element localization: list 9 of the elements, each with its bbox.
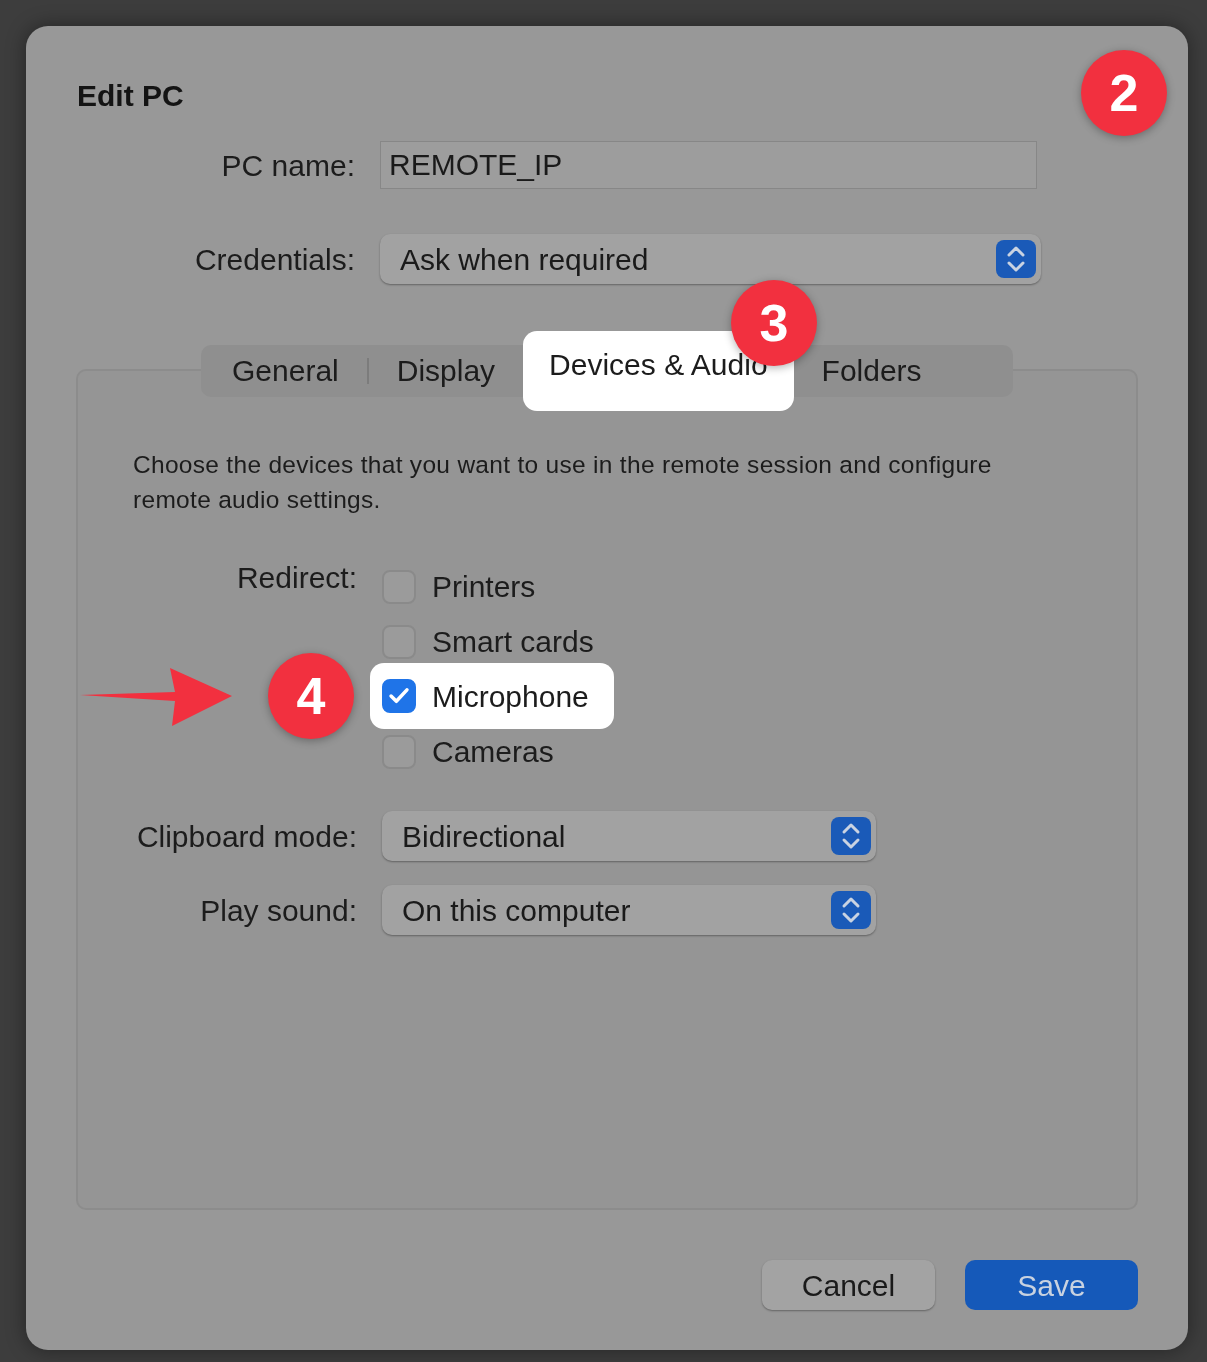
dialog-title: Edit PC bbox=[77, 78, 184, 114]
field-label: PC name: bbox=[220, 147, 355, 184]
field-label: Credentials: bbox=[193, 241, 355, 278]
step-number-tooltip: 2 bbox=[1081, 50, 1167, 136]
step-number-tooltip: 4 bbox=[268, 653, 354, 739]
field-label: Clipboard mode: bbox=[135, 818, 357, 855]
field-label: Redirect: bbox=[235, 560, 357, 596]
field-label: Play sound: bbox=[199, 892, 357, 929]
description-text: Choose the devices that you want to use in the remote session and configure remote audio settings. bbox=[133, 450, 993, 515]
